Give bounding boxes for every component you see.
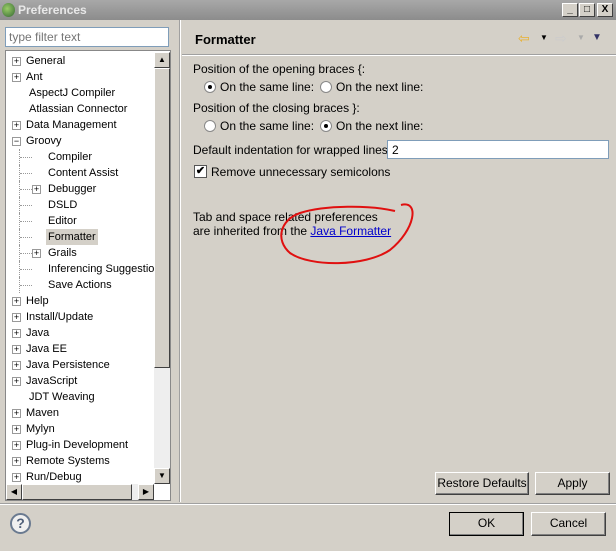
- apply-button[interactable]: Apply: [535, 472, 610, 495]
- back-arrow-icon[interactable]: ⇦: [518, 30, 530, 47]
- tree-item[interactable]: Editor: [46, 213, 79, 229]
- preference-tree: + General + Ant AspectJ Compiler Atlassian Co…: [5, 50, 171, 501]
- expand-icon[interactable]: +: [12, 345, 21, 354]
- tree-horizontal-scrollbar[interactable]: ◀ ▶: [6, 484, 154, 500]
- red-annotation-circle: [280, 203, 414, 265]
- expand-icon[interactable]: +: [12, 361, 21, 370]
- tree-item[interactable]: Help: [24, 293, 51, 309]
- scroll-thumb[interactable]: [154, 68, 170, 368]
- tree-item[interactable]: Remote Systems: [24, 453, 112, 469]
- tree-item[interactable]: Save Actions: [46, 277, 114, 293]
- scroll-down-button[interactable]: ▼: [154, 468, 170, 484]
- opening-same-line-radio[interactable]: [204, 81, 216, 93]
- expand-icon[interactable]: +: [12, 329, 21, 338]
- back-dropdown-icon[interactable]: ▼: [540, 33, 548, 42]
- tree-connector: [19, 261, 33, 277]
- expand-icon[interactable]: +: [12, 473, 21, 482]
- tree-connector: [19, 197, 33, 213]
- tree-item[interactable]: Maven: [24, 405, 61, 421]
- help-icon[interactable]: ?: [10, 513, 31, 534]
- expand-icon[interactable]: +: [12, 297, 21, 306]
- expand-icon[interactable]: +: [32, 185, 41, 194]
- maximize-button[interactable]: □: [579, 3, 595, 17]
- tree-item[interactable]: Debugger: [46, 181, 98, 197]
- opening-next-line-label[interactable]: On the next line:: [336, 80, 423, 94]
- page-title: Formatter: [195, 32, 256, 47]
- indentation-label: Default indentation for wrapped lines:: [193, 143, 392, 157]
- forward-dropdown-icon[interactable]: ▼: [577, 33, 585, 42]
- tree-item[interactable]: Content Assist: [46, 165, 120, 181]
- tree-connector: [19, 165, 33, 181]
- scroll-right-button[interactable]: ▶: [138, 484, 154, 500]
- tree-item[interactable]: JavaScript: [24, 373, 79, 389]
- expand-icon[interactable]: +: [12, 425, 21, 434]
- expand-icon[interactable]: +: [12, 313, 21, 322]
- tree-item[interactable]: Data Management: [24, 117, 119, 133]
- tree-vertical-scrollbar[interactable]: ▲ ▼: [154, 52, 170, 484]
- opening-same-line-label[interactable]: On the same line:: [220, 80, 314, 94]
- tree-connector: [19, 181, 33, 197]
- window-title: Preferences: [18, 3, 87, 17]
- header-separator: [182, 54, 616, 56]
- collapse-icon[interactable]: −: [12, 137, 21, 146]
- cancel-button[interactable]: Cancel: [531, 512, 606, 536]
- expand-icon[interactable]: +: [12, 457, 21, 466]
- tree-item[interactable]: Java EE: [24, 341, 69, 357]
- semicolons-label[interactable]: Remove unnecessary semicolons: [211, 165, 390, 179]
- tree-connector: [19, 149, 33, 165]
- restore-defaults-button[interactable]: Restore Defaults: [435, 472, 529, 495]
- tree-connector: [19, 213, 33, 229]
- tree-connector: [19, 277, 33, 293]
- closing-next-line-radio[interactable]: [320, 120, 332, 132]
- sash-divider[interactable]: [179, 20, 181, 502]
- tree-item[interactable]: Formatter: [46, 229, 98, 245]
- tree-item[interactable]: Plug-in Development: [24, 437, 130, 453]
- forward-arrow-icon[interactable]: ⇨: [555, 30, 567, 47]
- tree-connector: [19, 245, 33, 261]
- app-logo-icon: [2, 3, 15, 17]
- tree-item[interactable]: Java: [24, 325, 51, 341]
- tree-item[interactable]: Ant: [24, 69, 45, 85]
- tree-item[interactable]: Inferencing Suggestions: [46, 261, 168, 277]
- opening-next-line-radio[interactable]: [320, 81, 332, 93]
- scroll-left-button[interactable]: ◀: [6, 484, 22, 500]
- closing-same-line-label[interactable]: On the same line:: [220, 119, 314, 133]
- tree-item[interactable]: JDT Weaving: [27, 389, 97, 405]
- footer-separator: [0, 503, 616, 505]
- view-menu-icon[interactable]: ▼: [592, 32, 602, 43]
- expand-icon[interactable]: +: [12, 377, 21, 386]
- closing-next-line-label[interactable]: On the next line:: [336, 119, 423, 133]
- expand-icon[interactable]: +: [12, 121, 21, 130]
- tree-item[interactable]: General: [24, 53, 67, 69]
- h-scroll-thumb[interactable]: [22, 484, 132, 500]
- tree-item[interactable]: Mylyn: [24, 421, 57, 437]
- tree-item[interactable]: Install/Update: [24, 309, 95, 325]
- ok-button[interactable]: OK: [449, 512, 524, 536]
- closing-braces-label: Position of the closing braces }:: [193, 101, 360, 115]
- title-bar: Preferences _ □ X: [0, 0, 616, 20]
- opening-braces-label: Position of the opening braces {:: [193, 62, 366, 76]
- minimize-button[interactable]: _: [562, 3, 578, 17]
- closing-same-line-radio[interactable]: [204, 120, 216, 132]
- tree-connector: [19, 229, 33, 245]
- tree-item[interactable]: AspectJ Compiler: [27, 85, 117, 101]
- scroll-up-button[interactable]: ▲: [154, 52, 170, 68]
- expand-icon[interactable]: +: [12, 409, 21, 418]
- expand-icon[interactable]: +: [12, 73, 21, 82]
- tree-item[interactable]: Atlassian Connector: [27, 101, 129, 117]
- tree-item[interactable]: Grails: [46, 245, 79, 261]
- filter-input[interactable]: [5, 27, 169, 47]
- tree-item[interactable]: Run/Debug: [24, 469, 84, 485]
- expand-icon[interactable]: +: [32, 249, 41, 258]
- expand-icon[interactable]: +: [12, 441, 21, 450]
- expand-icon[interactable]: +: [12, 57, 21, 66]
- tree-item[interactable]: Groovy: [24, 133, 63, 149]
- tree-item[interactable]: Compiler: [46, 149, 94, 165]
- tree-item[interactable]: Java Persistence: [24, 357, 112, 373]
- close-button[interactable]: X: [597, 3, 613, 17]
- semicolons-checkbox[interactable]: ✔: [194, 165, 207, 178]
- indentation-input[interactable]: [387, 140, 609, 159]
- tree-item[interactable]: DSLD: [46, 197, 79, 213]
